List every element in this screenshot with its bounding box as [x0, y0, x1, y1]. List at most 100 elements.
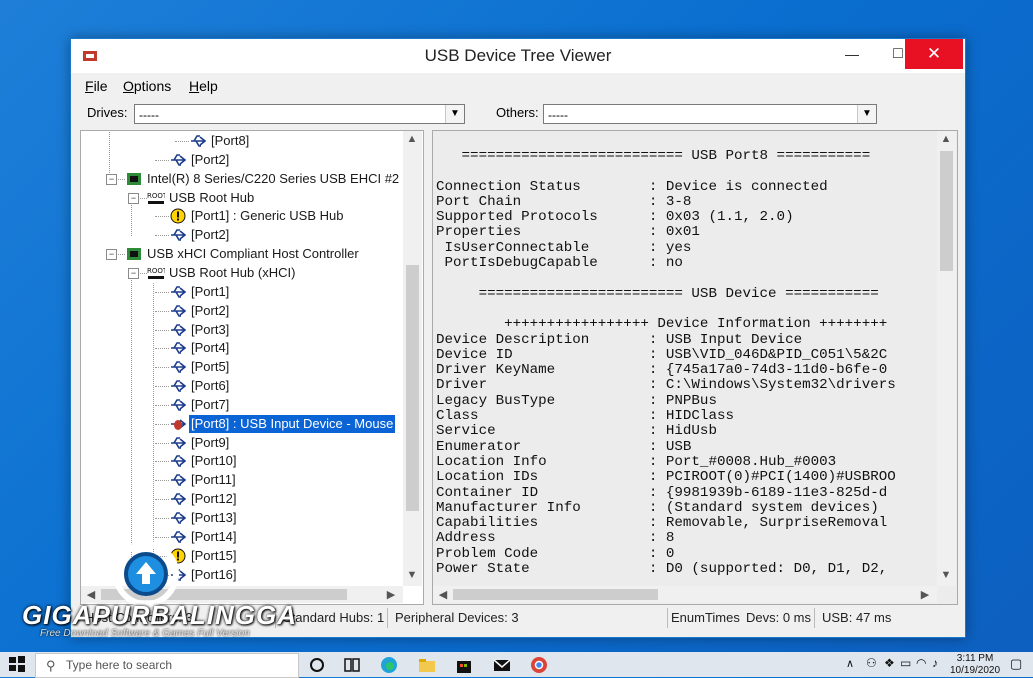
usb-icon — [169, 510, 187, 526]
task-view-icon[interactable] — [343, 656, 361, 674]
drives-select[interactable]: ----- ▼ — [134, 104, 465, 124]
tree-vertical-scrollbar[interactable]: ▲ ▼ — [403, 131, 422, 586]
file-explorer-icon[interactable] — [418, 656, 436, 674]
tree-item-label: USB xHCI Compliant Host Controller — [147, 246, 359, 262]
device-tree[interactable]: [Port8] [Port2] Intel(R) 8 Series/C220 Ser… — [80, 130, 424, 605]
status-enum-times: EnumTimes — [671, 610, 740, 625]
tray-chevron-up-icon[interactable]: ∧ — [846, 657, 854, 670]
chevron-down-icon[interactable]: ▼ — [445, 105, 464, 123]
tree-item-label: [Port14] — [191, 528, 237, 544]
toolbar: Drives: ----- ▼ Others: ----- ▼ — [71, 99, 965, 129]
chevron-down-icon[interactable]: ▼ — [857, 105, 876, 123]
usb-icon — [169, 397, 187, 413]
menu-file[interactable]: File — [85, 78, 108, 94]
clock-time: 3:11 PM — [956, 653, 994, 664]
root-hub-icon: ROOT — [147, 190, 168, 206]
tray-volume-icon[interactable]: ♪ — [932, 656, 938, 670]
usb-icon — [169, 303, 187, 319]
watermark-logo-icon — [113, 541, 179, 607]
usb-icon — [169, 453, 187, 469]
notification-icon[interactable]: ▢ — [1010, 656, 1022, 672]
cortana-icon[interactable] — [308, 656, 326, 674]
tree-item-label: [Port11] — [191, 472, 236, 488]
watermark-brand: GIGAPURBALINGGA — [22, 600, 297, 630]
taskbar: ⚲ Type here to search ∧ ⚇ ❖ ▭ ◠ ♪ 3:11 P… — [0, 652, 1033, 678]
tree-item-label: [Port10] — [191, 453, 237, 469]
others-label: Others: — [496, 105, 539, 120]
tree-item-label: [Port4] — [191, 340, 230, 356]
menu-options[interactable]: Options — [123, 78, 171, 94]
tree-item-label: [Port7] — [191, 396, 230, 412]
usb-icon — [169, 322, 187, 338]
scroll-up-icon[interactable]: ▲ — [938, 133, 954, 145]
tree-item-label: [Port8] — [211, 133, 250, 148]
minimize-button[interactable]: — — [829, 39, 875, 69]
svg-text:ROOT: ROOT — [147, 267, 165, 275]
status-peripheral-devices: Peripheral Devices: 3 — [395, 610, 519, 625]
store-icon[interactable] — [455, 656, 473, 674]
scroll-down-icon[interactable]: ▼ — [938, 569, 954, 581]
app-window: USB Device Tree Viewer — □ ✕ File Option… — [70, 38, 966, 638]
collapse-toggle-icon[interactable]: − — [128, 192, 139, 204]
controller-icon — [125, 246, 143, 262]
tree-item-label: USB Root Hub (xHCI) — [169, 264, 296, 280]
tree-item-label: [Port15] — [191, 547, 237, 563]
scroll-right-icon[interactable]: ▶ — [917, 588, 933, 601]
scroll-right-icon[interactable]: ▶ — [383, 588, 399, 601]
usb-icon — [169, 378, 187, 394]
controller-icon — [125, 171, 143, 187]
menu-help[interactable]: Help — [189, 78, 218, 94]
usb-icon — [169, 152, 187, 168]
device-details-text: ========================== USB Port8 ===… — [436, 148, 896, 578]
tree-item-label: [Port13] — [191, 510, 237, 525]
status-standard-hubs: Standard Hubs: 1 — [283, 610, 385, 625]
warning-icon — [169, 208, 187, 224]
scroll-thumb[interactable] — [406, 265, 419, 511]
edge-browser-icon[interactable] — [380, 656, 398, 674]
mail-icon[interactable] — [493, 656, 511, 674]
root-hub-icon: ROOT — [147, 265, 168, 281]
usb-icon — [169, 491, 187, 507]
tree-item-label: [Port1] : Generic USB Hub — [191, 208, 344, 224]
tree-item-label: [Port3] — [191, 321, 230, 337]
detail-pane[interactable]: ========================== USB Port8 ===… — [432, 130, 958, 605]
scroll-left-icon[interactable]: ◀ — [435, 588, 451, 601]
usb-icon — [169, 227, 187, 243]
tree-item-label: [Port12] — [191, 491, 237, 507]
scroll-thumb[interactable] — [940, 151, 953, 271]
chrome-icon[interactable] — [530, 656, 548, 674]
title-bar[interactable]: USB Device Tree Viewer — □ ✕ — [71, 39, 965, 73]
tree-item-label: [Port2] — [191, 151, 230, 167]
usb-mouse-icon — [169, 416, 187, 432]
svg-text:ROOT: ROOT — [147, 192, 165, 200]
windows-start-icon[interactable] — [8, 655, 26, 673]
usb-icon — [169, 435, 187, 451]
status-usb: USB: 47 ms — [822, 610, 892, 625]
tray-dropbox-icon[interactable]: ❖ — [884, 656, 895, 670]
collapse-toggle-icon[interactable]: − — [128, 267, 139, 279]
close-button[interactable]: ✕ — [905, 39, 963, 69]
detail-vertical-scrollbar[interactable]: ▲ ▼ — [937, 131, 956, 586]
usb-icon — [169, 472, 187, 488]
tree-item-label: [Port1] — [191, 283, 230, 299]
tray-battery-icon[interactable]: ▭ — [900, 656, 911, 670]
collapse-toggle-icon[interactable]: − — [106, 173, 117, 185]
detail-horizontal-scrollbar[interactable]: ◀ ▶ — [433, 586, 937, 603]
drives-label: Drives: — [87, 105, 128, 120]
scroll-down-icon[interactable]: ▼ — [404, 569, 420, 581]
tree-item-label: [Port2] — [191, 227, 230, 243]
search-icon: ⚲ — [46, 658, 56, 673]
taskbar-clock[interactable]: 3:11 PM 10/19/2020 — [950, 653, 1000, 677]
collapse-toggle-icon[interactable]: − — [106, 249, 117, 261]
taskbar-search-box[interactable]: ⚲ Type here to search — [35, 653, 299, 678]
tray-wifi-icon[interactable]: ◠ — [916, 656, 926, 670]
scroll-thumb[interactable] — [453, 589, 658, 600]
tree-item-label: [Port8] : USB Input Device - Mouse — [187, 413, 397, 434]
tree-item-label: Intel(R) 8 Series/C220 Series USB EHCI #… — [147, 170, 408, 186]
tree-item-label: [Port2] — [191, 302, 230, 318]
tray-network-icon[interactable]: ⚇ — [866, 656, 877, 670]
watermark-tagline: Free Download Software & Games Full Vers… — [40, 628, 250, 639]
scroll-up-icon[interactable]: ▲ — [404, 133, 420, 145]
tree-item-label: [Port9] — [191, 434, 230, 450]
others-select[interactable]: ----- ▼ — [543, 104, 877, 124]
